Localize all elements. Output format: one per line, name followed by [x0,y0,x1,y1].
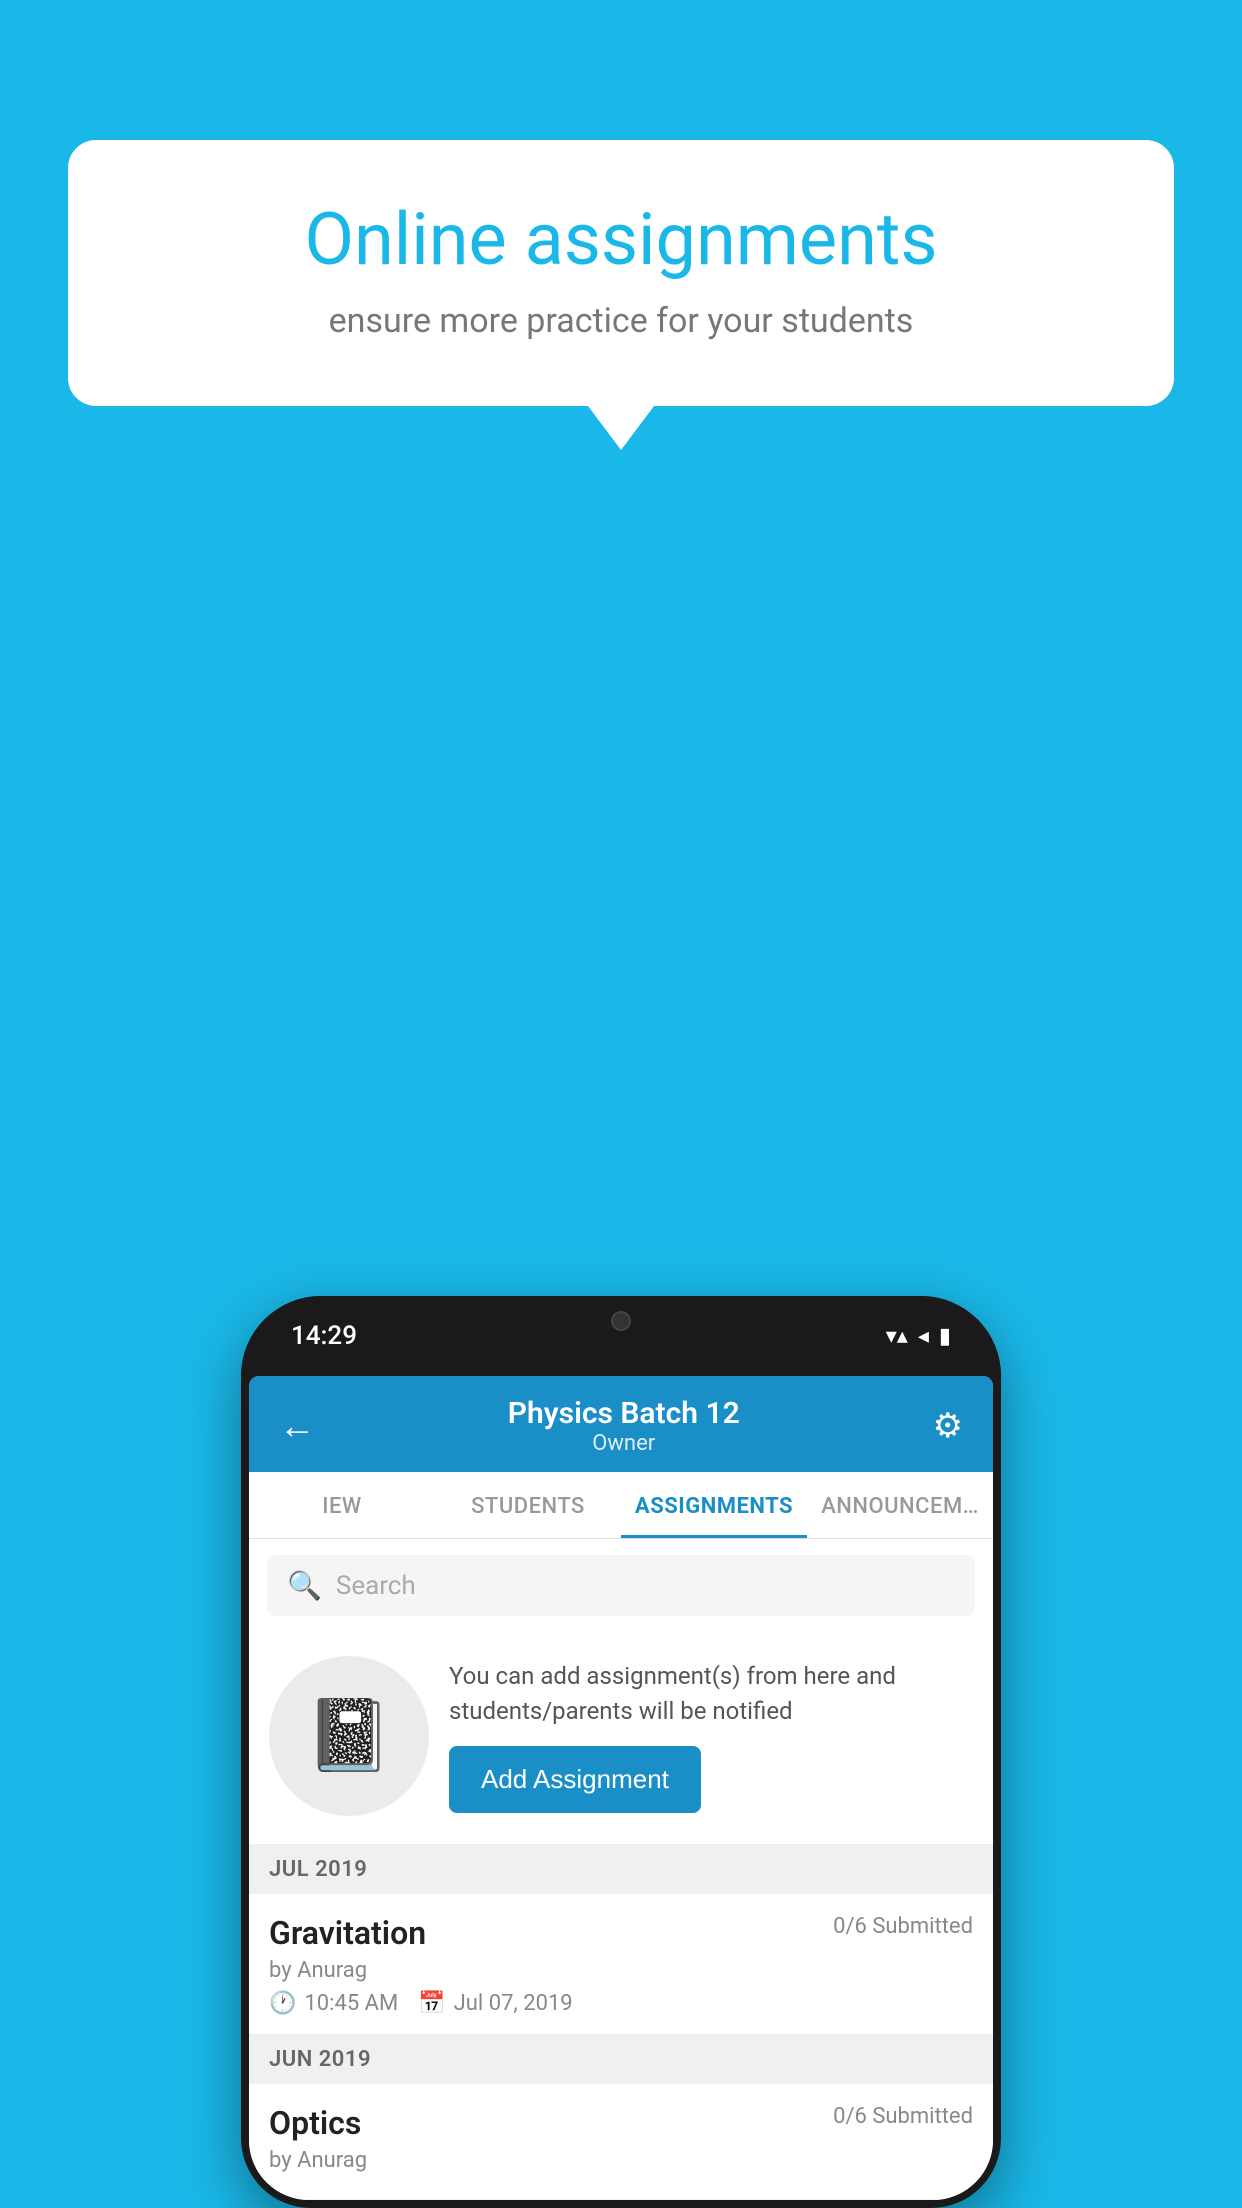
status-bar: 14:29 ▾▴ ◂ ▮ [241,1296,1001,1376]
assignment-top-row-optics: Optics 0/6 Submitted [269,2104,973,2142]
search-input[interactable]: Search [336,1571,416,1601]
assignment-item-gravitation[interactable]: Gravitation 0/6 Submitted by Anurag 🕐 10… [249,1894,993,2035]
status-time: 14:29 [291,1321,357,1351]
search-input-wrapper[interactable]: 🔍 Search [267,1555,975,1616]
tab-assignments[interactable]: ASSIGNMENTS [621,1472,807,1538]
section-header-jun: JUN 2019 [249,2035,993,2084]
assignment-meta-gravitation: by Anurag [269,1958,973,1983]
signal-icon: ◂ [918,1324,929,1349]
tab-bar: IEW STUDENTS ASSIGNMENTS ANNOUNCEM… [249,1472,993,1539]
clock-icon: 🕐 [269,1991,296,2016]
assignment-time-row-gravitation: 🕐 10:45 AM 📅 Jul 07, 2019 [269,1991,973,2016]
notch [551,1296,691,1346]
section-header-jul: JUL 2019 [249,1845,993,1894]
header-center: Physics Batch 12 Owner [508,1396,740,1456]
assignment-item-optics[interactable]: Optics 0/6 Submitted by Anurag [249,2084,993,2200]
section-title-jul: JUL 2019 [269,1857,367,1882]
phone-container: 14:29 ▾▴ ◂ ▮ ← Physics Batch 12 Owner ⚙ [241,1296,1001,2208]
notch-camera [611,1311,631,1331]
assignment-name-optics: Optics [269,2104,361,2142]
header-subtitle: Owner [508,1431,740,1456]
search-bar: 🔍 Search [249,1539,993,1632]
promo-block: 📓 You can add assignment(s) from here an… [249,1632,993,1845]
promo-text: You can add assignment(s) from here and … [449,1659,973,1729]
assignment-top-row: Gravitation 0/6 Submitted [269,1914,973,1952]
submitted-count-optics: 0/6 Submitted [833,2104,973,2129]
status-icons: ▾▴ ◂ ▮ [886,1324,951,1349]
tab-announcements[interactable]: ANNOUNCEM… [807,1472,993,1538]
promo-icon-circle: 📓 [269,1656,429,1816]
bubble-title: Online assignments [138,200,1104,279]
app-header: ← Physics Batch 12 Owner ⚙ [249,1376,993,1472]
phone-outer: 14:29 ▾▴ ◂ ▮ ← Physics Batch 12 Owner ⚙ [241,1296,1001,2208]
battery-icon: ▮ [939,1324,951,1349]
phone-screen: ← Physics Batch 12 Owner ⚙ IEW STUDENTS … [249,1376,993,2200]
assignment-time: 10:45 AM [304,1991,398,2016]
add-assignment-button[interactable]: Add Assignment [449,1746,701,1813]
date-item: 📅 Jul 07, 2019 [418,1991,572,2016]
calendar-icon: 📅 [418,1991,445,2016]
section-title-jun: JUN 2019 [269,2047,371,2072]
back-button[interactable]: ← [279,1405,315,1447]
tab-students[interactable]: STUDENTS [435,1472,621,1538]
tab-iew[interactable]: IEW [249,1472,435,1538]
speech-bubble: Online assignments ensure more practice … [68,140,1174,406]
time-item: 🕐 10:45 AM [269,1991,398,2016]
header-title: Physics Batch 12 [508,1396,740,1431]
promo-content: You can add assignment(s) from here and … [449,1659,973,1814]
notebook-icon: 📓 [305,1695,392,1777]
assignment-date: Jul 07, 2019 [454,1991,573,2016]
bubble-subtitle: ensure more practice for your students [138,301,1104,341]
assignment-name-gravitation: Gravitation [269,1914,426,1952]
settings-icon[interactable]: ⚙ [933,1406,963,1446]
speech-bubble-container: Online assignments ensure more practice … [68,140,1174,406]
search-icon: 🔍 [287,1569,322,1602]
submitted-count-gravitation: 0/6 Submitted [833,1914,973,1939]
wifi-icon: ▾▴ [886,1324,908,1349]
assignment-meta-optics: by Anurag [269,2148,973,2173]
